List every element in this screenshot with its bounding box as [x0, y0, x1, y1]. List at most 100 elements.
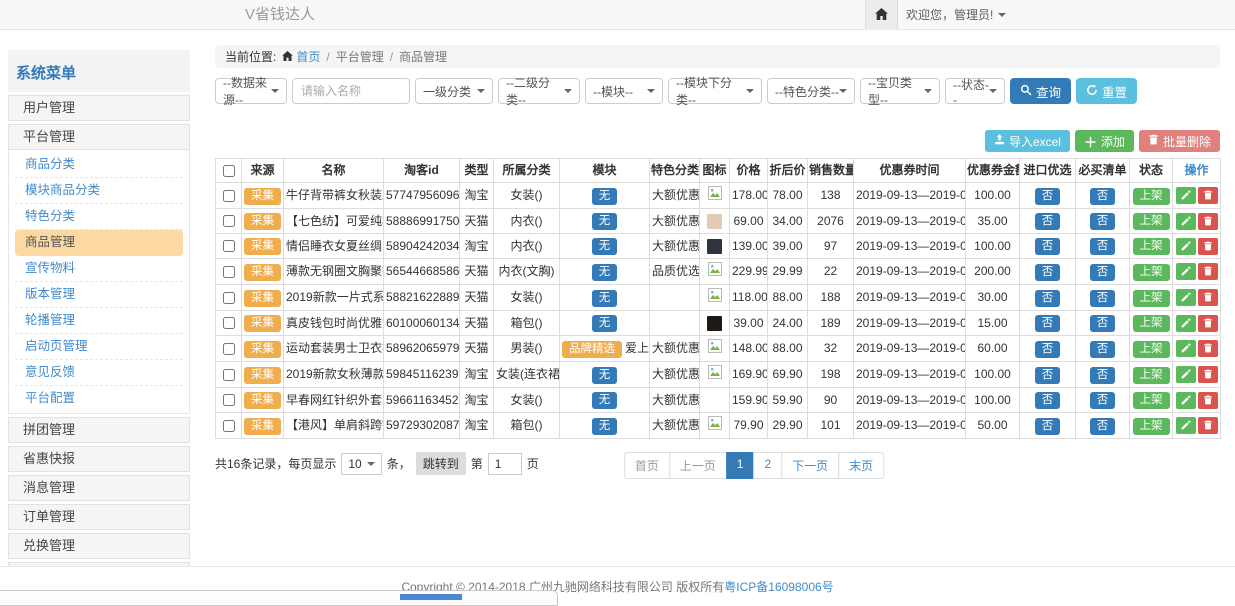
delete-button[interactable]	[1198, 417, 1218, 434]
sidebar-subitem[interactable]: 平台配置	[15, 386, 183, 411]
edit-button[interactable]	[1176, 366, 1196, 383]
page-button-1[interactable]: 1	[726, 452, 755, 479]
page-button-首页[interactable]: 首页	[624, 452, 670, 479]
row-checkbox[interactable]	[223, 394, 235, 406]
row-checkbox[interactable]	[223, 317, 235, 329]
import-excel-button[interactable]: 导入excel	[985, 130, 1070, 152]
row-checkbox[interactable]	[223, 292, 235, 304]
icp-link[interactable]: 粤ICP备16098006号	[724, 580, 833, 594]
sidebar-subitem[interactable]: 特色分类	[15, 204, 183, 230]
page-button-末页[interactable]: 末页	[838, 452, 884, 479]
sidebar-subitem[interactable]: 启动页管理	[15, 334, 183, 360]
sidebar-subitem[interactable]: 版本管理	[15, 282, 183, 308]
filter-category1-select[interactable]: 一级分类	[415, 78, 493, 104]
filter-feature-select[interactable]: --特色分类--	[767, 78, 855, 104]
edit-button[interactable]	[1176, 417, 1196, 434]
status-badge[interactable]: 上架	[1133, 264, 1170, 281]
delete-button[interactable]	[1198, 315, 1218, 332]
user-menu[interactable]: 欢迎您，管理员!	[906, 0, 1006, 30]
status-badge[interactable]: 上架	[1133, 341, 1170, 358]
page-button-2[interactable]: 2	[753, 452, 782, 479]
status-badge[interactable]: 上架	[1133, 290, 1170, 307]
must-buy-badge[interactable]: 否	[1090, 238, 1116, 255]
edit-button[interactable]	[1176, 289, 1196, 306]
delete-button[interactable]	[1198, 263, 1218, 280]
row-checkbox[interactable]	[223, 240, 235, 252]
search-button[interactable]: 查询	[1010, 78, 1071, 104]
import-select-badge[interactable]: 否	[1035, 341, 1061, 358]
import-select-badge[interactable]: 否	[1035, 418, 1061, 435]
delete-button[interactable]	[1198, 238, 1218, 255]
edit-button[interactable]	[1176, 315, 1196, 332]
import-select-badge[interactable]: 否	[1035, 367, 1061, 384]
delete-button[interactable]	[1198, 392, 1218, 409]
row-checkbox[interactable]	[223, 369, 235, 381]
edit-button[interactable]	[1176, 340, 1196, 357]
status-badge[interactable]: 上架	[1133, 213, 1170, 230]
sidebar-subitem[interactable]: 商品管理	[15, 230, 183, 256]
import-select-badge[interactable]: 否	[1035, 392, 1061, 409]
import-select-badge[interactable]: 否	[1035, 213, 1061, 230]
jump-button[interactable]: 跳转到	[416, 452, 466, 475]
status-badge[interactable]: 上架	[1133, 392, 1170, 409]
delete-button[interactable]	[1198, 366, 1218, 383]
batch-delete-button[interactable]: 批量删除	[1139, 130, 1220, 152]
row-checkbox[interactable]	[223, 190, 235, 202]
must-buy-badge[interactable]: 否	[1090, 341, 1116, 358]
edit-button[interactable]	[1176, 238, 1196, 255]
delete-button[interactable]	[1198, 289, 1218, 306]
must-buy-badge[interactable]: 否	[1090, 367, 1116, 384]
delete-button[interactable]	[1198, 213, 1218, 230]
edit-button[interactable]	[1176, 392, 1196, 409]
add-button[interactable]: ＋ 添加	[1075, 130, 1134, 152]
per-page-select[interactable]: 10	[341, 453, 381, 475]
status-badge[interactable]: 上架	[1133, 238, 1170, 255]
status-badge[interactable]: 上架	[1133, 418, 1170, 435]
home-button[interactable]	[865, 0, 898, 30]
status-badge[interactable]: 上架	[1133, 315, 1170, 332]
delete-button[interactable]	[1198, 187, 1218, 204]
sidebar-subitem[interactable]: 意见反馈	[15, 360, 183, 386]
select-all-checkbox[interactable]	[223, 165, 235, 177]
sidebar-item[interactable]: 消息管理	[8, 475, 190, 501]
status-badge[interactable]: 上架	[1133, 367, 1170, 384]
row-checkbox[interactable]	[223, 420, 235, 432]
must-buy-badge[interactable]: 否	[1090, 392, 1116, 409]
edit-button[interactable]	[1176, 187, 1196, 204]
row-checkbox[interactable]	[223, 215, 235, 227]
filter-status-select[interactable]: --状态--	[945, 78, 1005, 104]
must-buy-badge[interactable]: 否	[1090, 264, 1116, 281]
import-select-badge[interactable]: 否	[1035, 238, 1061, 255]
import-select-badge[interactable]: 否	[1035, 188, 1061, 205]
delete-button[interactable]	[1198, 340, 1218, 357]
sidebar-item[interactable]: 兑换管理	[8, 533, 190, 559]
status-badge[interactable]: 上架	[1133, 188, 1170, 205]
sidebar-subitem[interactable]: 商品分类	[15, 152, 183, 178]
page-button-下一页[interactable]: 下一页	[781, 452, 839, 479]
must-buy-badge[interactable]: 否	[1090, 213, 1116, 230]
sidebar-item[interactable]: 省惠快报	[8, 446, 190, 472]
filter-module-select[interactable]: --模块--	[585, 78, 663, 104]
sidebar-subitem[interactable]: 宣传物料	[15, 256, 183, 282]
edit-button[interactable]	[1176, 213, 1196, 230]
page-button-上一页[interactable]: 上一页	[669, 452, 727, 479]
name-search-input[interactable]	[292, 78, 410, 104]
must-buy-badge[interactable]: 否	[1090, 418, 1116, 435]
sidebar-subitem[interactable]: 模块商品分类	[15, 178, 183, 204]
filter-item-type-select[interactable]: --宝贝类型--	[860, 78, 940, 104]
filter-source-select[interactable]: --数据来源--	[215, 78, 287, 104]
import-select-badge[interactable]: 否	[1035, 264, 1061, 281]
breadcrumb-home-link[interactable]: 首页	[282, 48, 320, 65]
sidebar-item[interactable]: 拼团管理	[8, 417, 190, 443]
must-buy-badge[interactable]: 否	[1090, 315, 1116, 332]
sidebar-item[interactable]: 平台管理	[8, 124, 190, 150]
filter-module-sub-select[interactable]: --模块下分类--	[668, 78, 762, 104]
row-checkbox[interactable]	[223, 266, 235, 278]
sidebar-item[interactable]: 订单管理	[8, 504, 190, 530]
filter-category2-select[interactable]: --二级分类--	[498, 78, 580, 104]
import-select-badge[interactable]: 否	[1035, 290, 1061, 307]
must-buy-badge[interactable]: 否	[1090, 188, 1116, 205]
must-buy-badge[interactable]: 否	[1090, 290, 1116, 307]
reset-button[interactable]: 重置	[1076, 78, 1137, 104]
sidebar-subitem[interactable]: 轮播管理	[15, 308, 183, 334]
